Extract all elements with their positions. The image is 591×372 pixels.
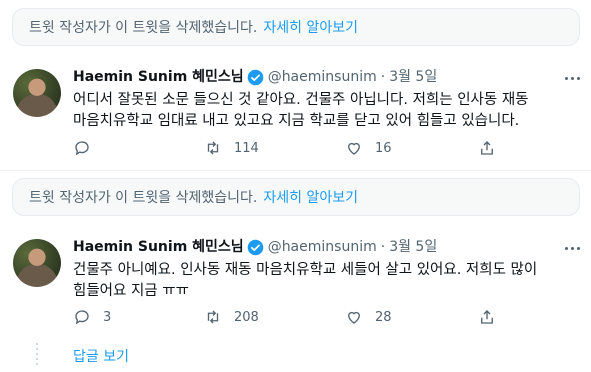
share-button[interactable]	[478, 308, 496, 326]
user-handle[interactable]: @haeminsunim	[268, 237, 377, 257]
divider	[0, 170, 591, 171]
tweet-text: 건물주 아니예요. 인사동 재동 마음치유학교 세들어 살고 있어요. 저희도 …	[73, 262, 538, 299]
learn-more-link[interactable]: 자세히 알아보기	[263, 190, 358, 206]
like-icon	[348, 142, 360, 155]
avatar[interactable]	[13, 239, 61, 287]
retweet-count: 208	[234, 309, 259, 325]
verified-badge-icon	[247, 239, 263, 255]
user-handle[interactable]: @haeminsunim	[268, 67, 377, 87]
tweet-actions: 3 208 28	[73, 308, 503, 328]
reply-button[interactable]	[73, 139, 103, 157]
retweet-icon	[207, 141, 219, 155]
deleted-tweet-notice: 트윗 작성자가 이 트윗을 삭제했습니다. 자세히 알아보기	[12, 178, 580, 216]
retweet-count: 114	[234, 140, 259, 156]
like-button[interactable]: 28	[345, 308, 392, 326]
display-name[interactable]: Haemin Sunim 혜민스님	[73, 237, 244, 257]
tweet-date[interactable]: 3월 5일	[389, 237, 437, 257]
reply-icon	[75, 310, 89, 325]
show-replies-link[interactable]: 답글 보기	[73, 346, 129, 366]
share-icon	[481, 310, 493, 324]
thread-connector	[36, 343, 38, 367]
share-button[interactable]	[478, 139, 496, 157]
tweet-header: Haemin Sunim 혜민스님 @haeminsunim · 3월 5일	[73, 237, 437, 257]
retweet-button[interactable]: 208	[204, 308, 259, 326]
like-count: 28	[375, 309, 392, 325]
reply-icon	[75, 141, 89, 156]
more-icon[interactable]	[562, 238, 582, 258]
tweet-header: Haemin Sunim 혜민스님 @haeminsunim · 3월 5일	[73, 67, 437, 87]
separator-dot: ·	[380, 239, 386, 255]
share-icon	[481, 141, 493, 155]
deleted-notice-text: 트윗 작성자가 이 트윗을 삭제했습니다.	[29, 190, 258, 206]
deleted-tweet-notice: 트윗 작성자가 이 트윗을 삭제했습니다. 자세히 알아보기	[12, 8, 580, 46]
tweet-date[interactable]: 3월 5일	[389, 67, 437, 87]
separator-dot: ·	[380, 69, 386, 85]
like-icon	[348, 311, 360, 324]
like-count: 16	[375, 140, 392, 156]
retweet-icon	[207, 310, 219, 324]
display-name[interactable]: Haemin Sunim 혜민스님	[73, 67, 244, 87]
learn-more-link[interactable]: 자세히 알아보기	[263, 20, 358, 36]
tweet-actions: 114 16	[73, 139, 503, 159]
deleted-notice-text: 트윗 작성자가 이 트윗을 삭제했습니다.	[29, 20, 258, 36]
tweet-text: 어디서 잘못된 소문 들으신 것 같아요. 건물주 아닙니다. 저희는 인사동 …	[73, 92, 529, 129]
retweet-button[interactable]: 114	[204, 139, 259, 157]
avatar[interactable]	[13, 69, 61, 117]
reply-count: 3	[103, 309, 112, 325]
reply-button[interactable]: 3	[73, 308, 111, 326]
like-button[interactable]: 16	[345, 139, 392, 157]
verified-badge-icon	[247, 69, 263, 85]
more-icon[interactable]	[562, 68, 582, 88]
